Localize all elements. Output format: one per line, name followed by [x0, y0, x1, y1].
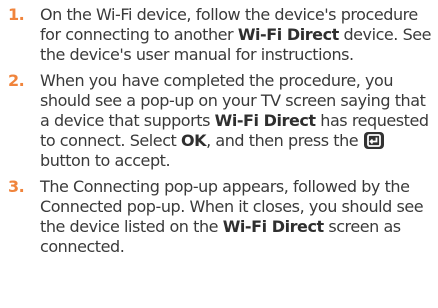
wifi-direct-term: Wi-Fi Direct [214, 111, 316, 130]
step-1: 1. On the Wi-Fi device, follow the device… [0, 5, 438, 65]
ok-term: OK [181, 131, 207, 150]
step-number: 2. [8, 71, 25, 90]
step-2: 2. When you have completed the procedure,… [0, 71, 438, 171]
step-3: 3. The Connecting pop-up appears, followe… [0, 177, 438, 257]
wifi-direct-term: Wi-Fi Direct [237, 25, 339, 44]
enter-button-icon [363, 132, 384, 149]
step-text: button to accept. [40, 151, 171, 170]
step-number: 1. [8, 5, 25, 24]
step-text: , and then press the [206, 131, 363, 150]
wifi-direct-term: Wi-Fi Direct [222, 217, 324, 236]
step-number: 3. [8, 177, 25, 196]
instruction-steps: 1. On the Wi-Fi device, follow the device… [0, 0, 438, 257]
